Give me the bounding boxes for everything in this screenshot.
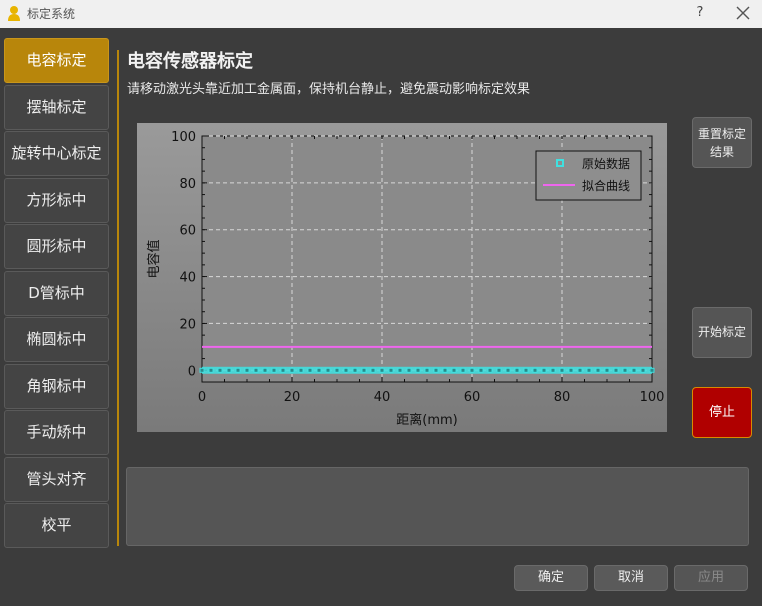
raw-data-point: [388, 367, 394, 373]
y-axis-label: 电容值: [146, 239, 162, 278]
raw-data-point: [523, 367, 529, 373]
start-calibration-button[interactable]: 开始标定: [692, 307, 752, 358]
raw-data-point: [424, 367, 430, 373]
y-tick-label: 0: [188, 364, 196, 379]
raw-data-point: [208, 367, 214, 373]
raw-data-point: [406, 367, 412, 373]
y-tick-label: 20: [179, 317, 196, 332]
sidebar-item-capacitance-calibration[interactable]: 电容标定: [4, 38, 109, 83]
log-output-area[interactable]: [126, 467, 749, 546]
sidebar-item-d-tube-centering[interactable]: D管标中: [4, 271, 109, 316]
window-title: 标定系统: [27, 7, 76, 21]
sidebar-item-swing-axis-calibration[interactable]: 摆轴标定: [4, 85, 109, 130]
calibration-chart: 0 20 40 60 80 100 0 20 40 60 80 100 距离(mm) 电容值 原始数…: [137, 123, 667, 432]
x-tick-label: 80: [554, 390, 571, 405]
raw-data-point: [199, 367, 205, 373]
app-icon: [8, 6, 20, 21]
raw-data-point: [451, 367, 457, 373]
sidebar-item-manual-centering[interactable]: 手动矫中: [4, 410, 109, 455]
raw-data-point: [253, 367, 259, 373]
y-tick-label: 60: [179, 224, 196, 239]
raw-data-point: [604, 367, 610, 373]
legend: 原始数据 拟合曲线: [535, 150, 642, 201]
raw-data-point: [307, 367, 313, 373]
raw-data-point: [487, 367, 493, 373]
raw-data-point: [568, 367, 574, 373]
x-tick-label: 20: [284, 390, 301, 405]
stop-button[interactable]: 停止: [692, 387, 752, 438]
chart-svg: 0 20 40 60 80 100 0 20 40 60 80 100 距离(mm) 电容值 原始数…: [146, 130, 665, 428]
raw-data-point: [505, 367, 511, 373]
raw-data-point: [586, 367, 592, 373]
raw-data-point: [325, 367, 331, 373]
raw-data-point: [289, 367, 295, 373]
raw-data-point: [280, 367, 286, 373]
title-bar: 标定系统 ?: [0, 0, 762, 28]
sidebar-item-ellipse-centering[interactable]: 椭圆标中: [4, 317, 109, 362]
raw-data-point: [217, 367, 223, 373]
sidebar-item-leveling[interactable]: 校平: [4, 503, 109, 548]
raw-data-point: [496, 367, 502, 373]
accent-divider: [117, 50, 119, 546]
apply-button: 应用: [674, 565, 748, 591]
y-tick-label: 80: [179, 177, 196, 192]
raw-data-point: [415, 367, 421, 373]
raw-data-point: [361, 367, 367, 373]
raw-data-point: [541, 367, 547, 373]
raw-data-point: [352, 367, 358, 373]
y-tick-label: 100: [171, 130, 196, 145]
ok-button[interactable]: 确定: [514, 565, 588, 591]
page-title: 电容传感器标定: [127, 51, 253, 72]
raw-data-point: [379, 367, 385, 373]
x-tick-label: 40: [374, 390, 391, 405]
raw-data-point: [370, 367, 376, 373]
raw-data-point: [613, 367, 619, 373]
x-axis-label: 距离(mm): [396, 412, 457, 428]
raw-data-point: [550, 367, 556, 373]
raw-data-point: [469, 367, 475, 373]
raw-data-point: [316, 367, 322, 373]
reset-calibration-button[interactable]: 重置标定结果: [692, 117, 752, 168]
raw-data-point: [649, 367, 655, 373]
raw-data-point: [226, 367, 232, 373]
raw-data-point: [532, 367, 538, 373]
y-tick-label: 40: [179, 271, 196, 286]
cancel-button[interactable]: 取消: [594, 565, 668, 591]
instruction-text: 请移动激光头靠近加工金属面，保持机台静止，避免震动影响标定效果: [127, 82, 531, 97]
x-tick-label: 0: [198, 390, 206, 405]
raw-data-point: [397, 367, 403, 373]
sidebar-item-tube-head-align[interactable]: 管头对齐: [4, 457, 109, 502]
raw-data-point: [271, 367, 277, 373]
raw-data-point: [298, 367, 304, 373]
x-tick-label: 100: [640, 390, 665, 405]
raw-data-point: [244, 367, 250, 373]
sidebar-item-circle-centering[interactable]: 圆形标中: [4, 224, 109, 269]
raw-data-point: [622, 367, 628, 373]
raw-data-point: [514, 367, 520, 373]
x-tick-label: 60: [464, 390, 481, 405]
raw-data-point: [559, 367, 565, 373]
raw-data-point: [595, 367, 601, 373]
raw-data-point: [262, 367, 268, 373]
legend-label-fit-line: 拟合曲线: [582, 178, 630, 193]
raw-data-point: [343, 367, 349, 373]
raw-data-point: [640, 367, 646, 373]
help-button[interactable]: ?: [692, 3, 708, 23]
close-icon[interactable]: [734, 4, 752, 22]
sidebar-item-angle-steel-centering[interactable]: 角钢标中: [4, 364, 109, 409]
raw-data-point: [433, 367, 439, 373]
legend-label-raw-data: 原始数据: [582, 156, 630, 171]
raw-data-point: [478, 367, 484, 373]
raw-data-point: [334, 367, 340, 373]
raw-data-point: [442, 367, 448, 373]
raw-data-point: [235, 367, 241, 373]
raw-data-point: [631, 367, 637, 373]
raw-data-point: [460, 367, 466, 373]
sidebar-item-square-centering[interactable]: 方形标中: [4, 178, 109, 223]
raw-data-point: [577, 367, 583, 373]
sidebar-item-rotation-center-calibration[interactable]: 旋转中心标定: [4, 131, 109, 176]
